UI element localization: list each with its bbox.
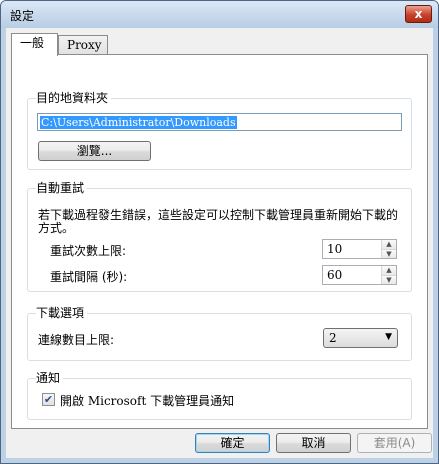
tab-panel-general: 目的地資料夾 C:\Users\Administrator\Downloads … xyxy=(11,54,428,429)
ok-button[interactable]: 確定 xyxy=(195,433,270,453)
stepper-up-icon[interactable]: ▲ xyxy=(382,240,396,249)
destination-path-value: C:\Users\Administrator\Downloads xyxy=(40,116,237,129)
settings-dialog: 設定 x 一般 Proxy 目的地資料夾 C:\Users\Administra… xyxy=(0,0,439,464)
notification-label-suffix: 下載管理員通知 xyxy=(146,394,235,408)
destination-group: 目的地資料夾 C:\Users\Administrator\Downloads … xyxy=(27,89,412,170)
download-options-group-label: 下載選項 xyxy=(36,304,88,321)
notification-label-product: Microsoft xyxy=(87,394,147,408)
max-connections-label: 連線數目上限: xyxy=(38,333,115,347)
auto-retry-description: 若下載過程發生錯誤，這些設定可以控制下載管理員重新開始下載的方式。 xyxy=(38,208,399,235)
max-retries-stepper[interactable]: 10 ▲ ▼ xyxy=(322,239,397,259)
stepper-down-icon[interactable]: ▼ xyxy=(382,249,396,258)
retry-interval-stepper[interactable]: 60 ▲ ▼ xyxy=(322,265,397,285)
notification-label-prefix: 開啟 xyxy=(60,394,88,408)
notification-group-label: 通知 xyxy=(36,369,64,386)
stepper-down-icon[interactable]: ▼ xyxy=(382,275,396,284)
max-connections-select[interactable]: 2 ▼ xyxy=(323,328,398,348)
max-connections-value: 2 xyxy=(329,331,337,345)
checkmark-icon: ✔ xyxy=(43,393,54,406)
max-retries-label: 重試次數上限: xyxy=(50,244,127,258)
download-options-group: 下載選項 連線數目上限: 2 ▼ xyxy=(27,304,412,361)
stepper-up-icon[interactable]: ▲ xyxy=(382,266,396,275)
window-title: 設定 xyxy=(10,9,35,23)
destination-group-label: 目的地資料夾 xyxy=(36,89,112,106)
close-button[interactable]: x xyxy=(405,5,432,23)
title-bar[interactable]: 設定 x xyxy=(1,1,438,28)
chevron-down-icon: ▼ xyxy=(385,332,392,342)
retry-interval-value: 60 xyxy=(327,268,343,282)
auto-retry-group: 自動重試 若下載過程發生錯誤，這些設定可以控制下載管理員重新開始下載的方式。 重… xyxy=(27,179,412,292)
close-icon: x xyxy=(414,7,423,21)
notification-group: 通知 ✔ 開啟 Microsoft 下載管理員通知 xyxy=(27,369,412,420)
retry-interval-label: 重試間隔 (秒): xyxy=(50,270,128,284)
browse-button[interactable]: 瀏覽... xyxy=(38,141,151,161)
auto-retry-group-label: 自動重試 xyxy=(36,179,88,196)
retry-interval-arrows: ▲ ▼ xyxy=(381,266,396,284)
dialog-client-area: 一般 Proxy 目的地資料夾 C:\Users\Administrator\D… xyxy=(6,28,433,458)
max-retries-value: 10 xyxy=(327,242,343,256)
max-retries-arrows: ▲ ▼ xyxy=(381,240,396,258)
apply-button[interactable]: 套用(A) xyxy=(357,433,432,453)
cancel-button[interactable]: 取消 xyxy=(276,433,351,453)
notification-checkbox-label[interactable]: 開啟 Microsoft 下載管理員通知 xyxy=(60,392,234,409)
tab-general[interactable]: 一般 xyxy=(11,33,58,56)
notification-checkbox[interactable]: ✔ xyxy=(42,393,55,406)
destination-path-input[interactable]: C:\Users\Administrator\Downloads xyxy=(37,113,402,131)
tab-proxy[interactable]: Proxy xyxy=(58,35,108,55)
